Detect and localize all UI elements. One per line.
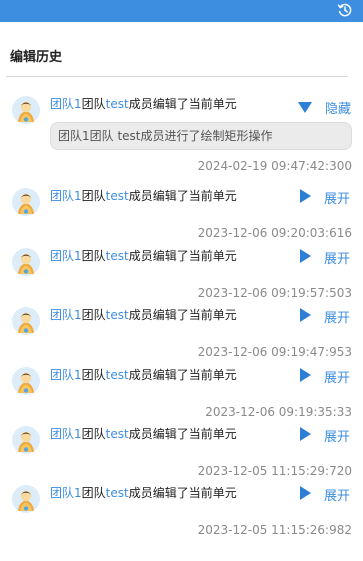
toggle-label: 隐藏 [324, 102, 351, 117]
entry-message: 团队1团队test成员编辑了当前单元 [50, 96, 237, 112]
action-text: 成员编辑了当前单元 [128, 486, 237, 500]
team-label: 团队 [81, 97, 106, 111]
avatar [12, 485, 40, 513]
timestamp: 2023-12-05 11:15:26:982 [197, 523, 352, 537]
action-text: 成员编辑了当前单元 [128, 189, 237, 203]
user-name: test [105, 249, 129, 263]
divider [6, 76, 348, 77]
entry-message: 团队1团队test成员编辑了当前单元 [50, 367, 237, 383]
toggle-label: 展开 [323, 371, 350, 386]
team-name: 团队1 [50, 249, 82, 263]
caret-right-icon [299, 248, 311, 267]
avatar [12, 307, 40, 335]
user-name: test [105, 486, 129, 500]
team-name: 团队1 [50, 97, 82, 111]
toggle-label: 展开 [323, 252, 350, 267]
caret-right-icon [299, 426, 311, 445]
user-name: test [105, 368, 129, 382]
avatar [12, 248, 40, 276]
team-name: 团队1 [50, 427, 82, 441]
entry-message: 团队1团队test成员编辑了当前单元 [50, 307, 237, 323]
user-name: test [105, 308, 129, 322]
timestamp: 2023-12-06 09:19:57:503 [197, 286, 352, 300]
entry-message: 团队1团队test成员编辑了当前单元 [50, 426, 237, 442]
timestamp: 2023-12-06 09:20:03:616 [197, 226, 352, 240]
avatar [12, 367, 40, 395]
team-label: 团队 [81, 427, 106, 441]
entry-message: 团队1团队test成员编辑了当前单元 [50, 188, 237, 204]
team-name: 团队1 [50, 486, 82, 500]
toggle-label: 展开 [323, 311, 350, 326]
user-name: test [105, 189, 129, 203]
caret-right-icon [299, 485, 311, 504]
toggle-label: 展开 [323, 489, 350, 504]
entry-message: 团队1团队test成员编辑了当前单元 [50, 248, 237, 264]
expand-toggle[interactable]: 展开 [299, 248, 350, 267]
caret-right-icon [299, 307, 311, 326]
user-name: test [105, 97, 129, 111]
team-label: 团队 [81, 368, 106, 382]
timestamp: 2023-12-06 09:19:35:33 [205, 405, 352, 419]
top-bar [0, 0, 363, 22]
team-label: 团队 [81, 308, 106, 322]
expand-toggle[interactable]: 展开 [299, 426, 350, 445]
team-label: 团队 [81, 189, 106, 203]
panel-title: 编辑历史 [10, 50, 63, 65]
team-name: 团队1 [50, 308, 82, 322]
action-text: 成员编辑了当前单元 [128, 249, 237, 263]
user-name: test [105, 427, 129, 441]
caret-down-icon [297, 98, 312, 117]
avatar [12, 188, 40, 216]
toggle-label: 展开 [323, 430, 350, 445]
toggle-label: 展开 [323, 192, 350, 207]
timestamp: 2024-02-19 09:47:42:300 [197, 159, 352, 173]
edit-history-panel: 编辑历史 团队1团队test成员编辑了当前单元 隐藏 团队1团队 test成员进… [0, 22, 363, 561]
history-icon [337, 3, 352, 17]
hide-toggle[interactable]: 隐藏 [297, 98, 351, 117]
timestamp: 2023-12-06 09:19:47:953 [197, 345, 352, 359]
action-text: 成员编辑了当前单元 [128, 368, 237, 382]
team-label: 团队 [81, 486, 106, 500]
team-name: 团队1 [50, 368, 82, 382]
action-text: 成员编辑了当前单元 [128, 308, 237, 322]
avatar [12, 96, 40, 124]
expand-toggle[interactable]: 展开 [299, 367, 350, 386]
action-text: 成员编辑了当前单元 [128, 97, 237, 111]
team-name: 团队1 [50, 189, 82, 203]
team-label: 团队 [81, 249, 106, 263]
avatar [12, 426, 40, 454]
caret-right-icon [299, 188, 311, 207]
history-button[interactable] [335, 0, 355, 20]
timestamp: 2023-12-05 11:15:29:720 [197, 464, 352, 478]
expand-toggle[interactable]: 展开 [299, 485, 350, 504]
action-text: 成员编辑了当前单元 [128, 427, 237, 441]
expand-toggle[interactable]: 展开 [299, 188, 350, 207]
expand-toggle[interactable]: 展开 [299, 307, 350, 326]
entry-detail: 团队1团队 test成员进行了绘制矩形操作 [50, 122, 352, 150]
entry-message: 团队1团队test成员编辑了当前单元 [50, 485, 237, 501]
caret-right-icon [299, 367, 311, 386]
